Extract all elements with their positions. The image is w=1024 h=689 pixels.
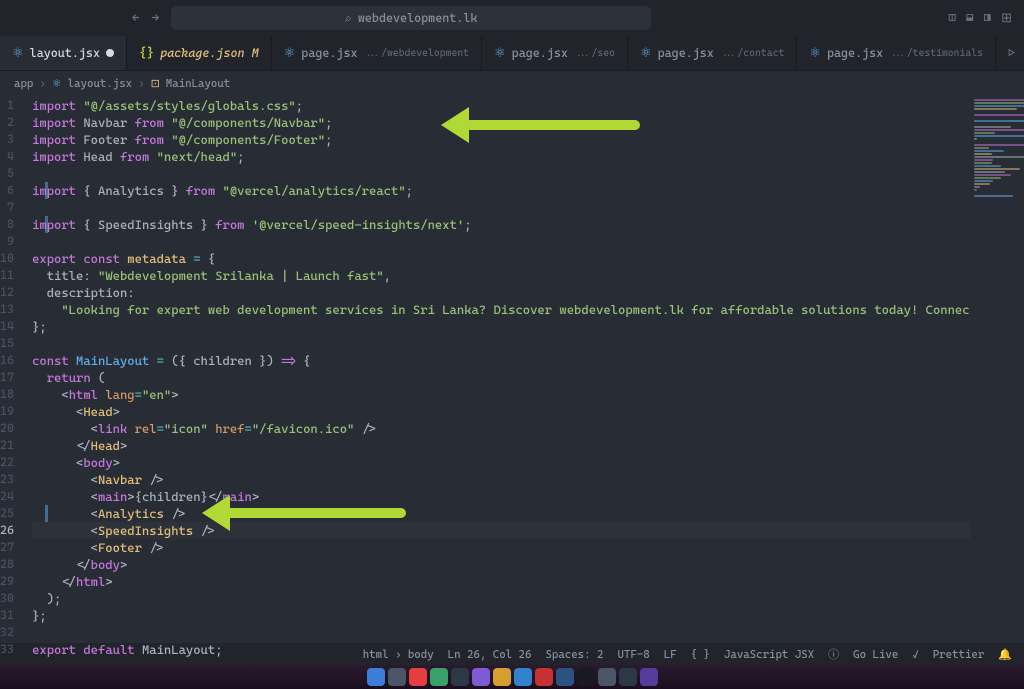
tab-label: page.jsx [301,46,357,60]
function-icon: ⊡ [151,77,160,90]
back-arrow-icon[interactable]: ← [132,11,140,26]
bc-app: app [14,77,33,90]
code-line[interactable]: <link rel="icon" href="/favicon.ico" /> [32,420,970,437]
modified-dot-icon [106,49,114,57]
tab-path: .../webdevelopment [364,48,469,59]
code-line[interactable]: title: "Webdevelopment Srilanka | Launch… [32,267,970,284]
code-line[interactable]: const MainLayout = ({ children }) => { [32,352,970,369]
dock-app[interactable] [577,668,595,686]
chevron-icon: › [138,77,144,90]
dock-app[interactable] [367,668,385,686]
code-line[interactable]: <SpeedInsights /> [32,522,970,539]
code-line[interactable] [32,335,970,352]
code-line[interactable]: export default MainLayout; [32,641,970,658]
tab-label: layout.jsx [30,46,100,60]
forward-arrow-icon[interactable]: → [152,11,160,26]
code-line[interactable]: ); [32,590,970,607]
dock-app[interactable] [535,668,553,686]
code-line[interactable]: import Footer from "@/components/Footer"… [32,131,970,148]
react-icon: ⚛ [284,46,296,61]
nav-arrows: ← → [132,11,159,26]
run-icon[interactable]: ▷ [1008,46,1016,61]
dock-app[interactable] [430,668,448,686]
panel-left-icon[interactable]: ◫ [948,11,956,26]
dock-app[interactable] [472,668,490,686]
react-icon: ⚛ [52,77,62,90]
bell-icon[interactable]: 🔔 [998,648,1012,661]
code-line[interactable]: <body> [32,454,970,471]
code-line[interactable] [32,233,970,250]
minimap[interactable] [970,95,1024,643]
code-line[interactable]: <Footer /> [32,539,970,556]
dock-app[interactable] [619,668,637,686]
tab-path: .../contact [720,48,784,59]
code-line[interactable]: "Looking for expert web development serv… [32,301,970,318]
url-bar[interactable]: ⌕ webdevelopment.lk [171,6,651,30]
tab-path: .../testimonials [889,48,983,59]
search-icon: ⌕ [345,11,352,26]
code-line[interactable]: </html> [32,573,970,590]
titlebar-right: ◫ ⬓ ◨ ⊞ [948,11,1012,26]
dock-app[interactable] [388,668,406,686]
macos-dock [0,665,1024,689]
bc-symbol: MainLayout [166,77,230,90]
dock-app[interactable] [493,668,511,686]
code-line[interactable]: <Head> [32,403,970,420]
code-line[interactable]: </body> [32,556,970,573]
react-icon: ⚛ [640,46,652,61]
code-line[interactable]: <html lang="en"> [32,386,970,403]
code-line[interactable]: <Navbar /> [32,471,970,488]
code-line[interactable]: import "@/assets/styles/globals.css"; [32,97,970,114]
tab-path: .../seo [574,48,615,59]
code-line[interactable]: import Navbar from "@/components/Navbar"… [32,114,970,131]
tab-page-jsx[interactable]: ⚛ page.jsx .../webdevelopment [272,36,482,70]
tab-package-json[interactable]: {} package.json M [127,36,272,70]
code-line[interactable]: <main>{children}</main> [32,488,970,505]
chevron-icon: › [39,77,45,90]
url-text: webdevelopment.lk [358,11,478,25]
dock-app[interactable] [640,668,658,686]
code-line[interactable]: </Head> [32,437,970,454]
code-line[interactable]: export const metadata = { [32,250,970,267]
code-line[interactable]: <Analytics /> [32,505,970,522]
tab-layout-jsx[interactable]: ⚛ layout.jsx [0,36,127,70]
breadcrumbs[interactable]: app › ⚛ layout.jsx › ⊡ MainLayout [0,71,1024,95]
bc-file: layout.jsx [68,77,132,90]
tab-label: page.jsx [658,46,714,60]
code-line[interactable]: }; [32,607,970,624]
line-numbers: 1234567891011121314151617181920212223242… [0,95,32,643]
code-line[interactable] [32,199,970,216]
json-icon: {} [139,46,154,61]
editor[interactable]: 1234567891011121314151617181920212223242… [0,95,1024,643]
tabs: ⚛ layout.jsx {} package.json M ⚛ page.jsx .../… [0,36,1024,71]
code-line[interactable]: import Head from "next/head"; [32,148,970,165]
layout-icon[interactable]: ⊞ [1001,11,1012,26]
dock-app[interactable] [598,668,616,686]
dock-app[interactable] [409,668,427,686]
code-line[interactable]: return ( [32,369,970,386]
react-icon: ⚛ [12,46,24,61]
code-line[interactable]: description: [32,284,970,301]
titlebar: ← → ⌕ webdevelopment.lk ◫ ⬓ ◨ ⊞ [0,0,1024,36]
code-line[interactable] [32,624,970,641]
tab-label: page.jsx [512,46,568,60]
code-line[interactable]: }; [32,318,970,335]
react-icon: ⚛ [809,46,821,61]
tab-page-jsx[interactable]: ⚛ page.jsx .../testimonials [797,36,996,70]
tab-label: page.jsx [827,46,883,60]
panel-right-icon[interactable]: ◨ [983,11,991,26]
code-area[interactable]: import "@/assets/styles/globals.css";imp… [32,95,970,643]
react-icon: ⚛ [494,46,506,61]
tab-page-jsx[interactable]: ⚛ page.jsx .../seo [482,36,628,70]
panel-bottom-icon[interactable]: ⬓ [966,11,974,26]
dock-app[interactable] [514,668,532,686]
tabs-actions: ▷ ⫞ ⋯ [996,36,1024,70]
dock-app[interactable] [556,668,574,686]
dock-app[interactable] [451,668,469,686]
code-line[interactable] [32,165,970,182]
tab-label: package.json M [160,46,258,60]
tab-page-jsx[interactable]: ⚛ page.jsx .../contact [628,36,797,70]
code-line[interactable]: import { Analytics } from "@vercel/analy… [32,182,970,199]
code-line[interactable]: import { SpeedInsights } from '@vercel/s… [32,216,970,233]
